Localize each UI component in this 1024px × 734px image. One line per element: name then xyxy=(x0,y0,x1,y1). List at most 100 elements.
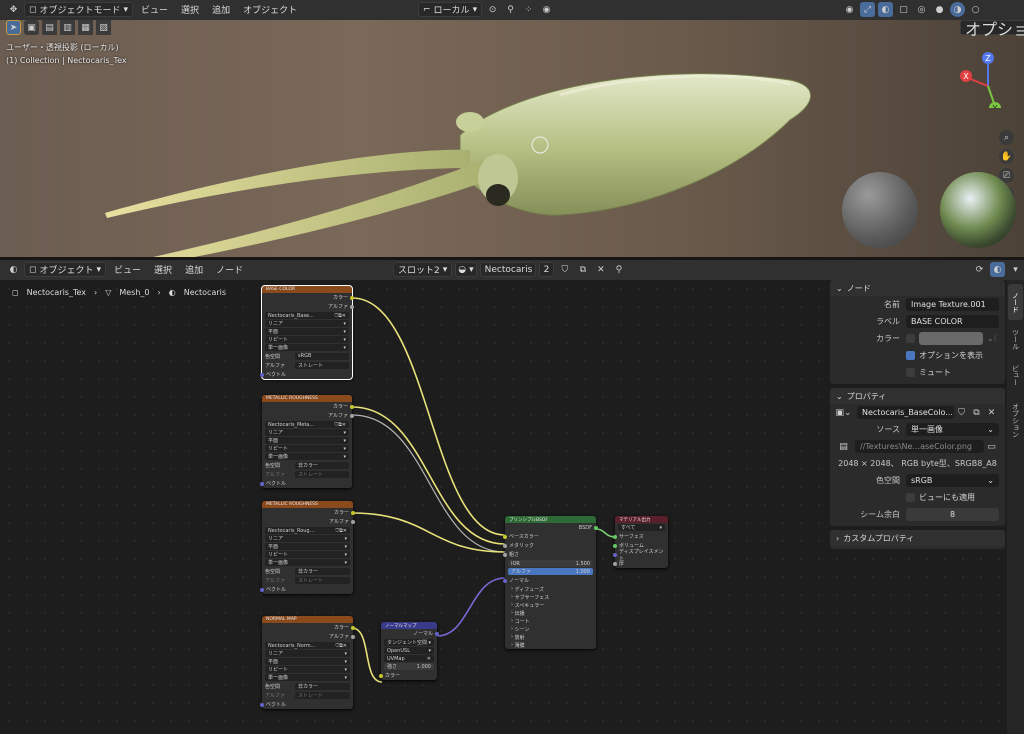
shading-solid-icon[interactable]: ● xyxy=(932,2,947,17)
gizmo-icon[interactable]: ⤢ xyxy=(860,2,875,17)
options-dropdown[interactable]: オプション ▾ xyxy=(960,20,1024,39)
properties-section-header[interactable]: ⌄ プロパティ xyxy=(830,388,1005,404)
node-header[interactable]: METALLIC ROUGHNESS xyxy=(262,395,352,402)
socket-out-alpha[interactable] xyxy=(350,304,354,309)
visibility-icon[interactable]: ◉ xyxy=(842,2,857,17)
image-texture-node-base-color[interactable]: BASE COLOR カラー アルファ Nectocaris_Base... ⛉⧉… xyxy=(260,285,354,380)
color-checkbox[interactable] xyxy=(906,334,915,343)
uv-map-field[interactable]: UVMap ✕ xyxy=(384,655,434,662)
duplicate-icon[interactable]: ⧉ xyxy=(969,405,984,420)
label-field[interactable]: BASE COLOR xyxy=(906,315,999,328)
node-menu-add[interactable]: 追加 xyxy=(180,263,208,276)
socket-in-displacement[interactable] xyxy=(613,552,617,557)
socket-in-volume[interactable] xyxy=(613,543,617,548)
menu-add[interactable]: 追加 xyxy=(207,3,235,16)
duplicate-icon[interactable]: ⧉ xyxy=(575,262,590,277)
select-box-icon[interactable]: ▣ xyxy=(24,20,39,35)
source-dropdown[interactable]: 単一画像 ▾ xyxy=(265,559,350,566)
socket-out-color[interactable] xyxy=(350,295,354,300)
snap-icon[interactable]: ⚲ xyxy=(503,2,518,17)
select-mode-3-icon[interactable]: ▥ xyxy=(60,20,75,35)
menu-select[interactable]: 選択 xyxy=(176,3,204,16)
snap-node-icon[interactable]: ⟳ xyxy=(972,262,987,277)
socket-out-color[interactable] xyxy=(350,404,354,409)
extension-dropdown[interactable]: リピート ▾ xyxy=(265,551,350,558)
node-menu-node[interactable]: ノード xyxy=(211,263,248,276)
node-section-header[interactable]: ⌄ ノード xyxy=(830,280,1005,296)
source-dropdown[interactable]: 単一画像 ▾ xyxy=(265,674,350,681)
select-mode-4-icon[interactable]: ▦ xyxy=(78,20,93,35)
view-as-render-checkbox[interactable] xyxy=(906,493,915,502)
interpolation-dropdown[interactable]: リニア ▾ xyxy=(265,429,349,436)
transform-orientation-dropdown[interactable]: ⌐ ローカル ▾ xyxy=(418,2,483,17)
slot-dropdown[interactable]: スロット2 ▾ xyxy=(393,262,453,277)
principled-bsdf-node[interactable]: プリンシプルBSDF BSDF ベースカラー メタリック 粗さ IOR 1.500… xyxy=(503,516,598,649)
node-menu-view[interactable]: ビュー xyxy=(109,263,146,276)
node-header[interactable]: METALLIC ROUGHNESS xyxy=(262,501,353,508)
panel-diffuse[interactable]: › ディフューズ xyxy=(505,585,596,593)
target-dropdown[interactable]: すべて ▾ xyxy=(618,524,665,531)
socket-in-roughness[interactable] xyxy=(503,552,507,557)
socket-in-vector[interactable] xyxy=(260,587,264,592)
pin-icon[interactable]: ⚲ xyxy=(611,262,626,277)
show-options-checkbox[interactable] xyxy=(906,351,915,360)
space-dropdown[interactable]: タンジェント空間 ▾ xyxy=(384,639,434,646)
xray-icon[interactable]: ▢ xyxy=(896,2,911,17)
projection-dropdown[interactable]: 平面 ▾ xyxy=(265,437,349,444)
socket-in-metallic[interactable] xyxy=(503,543,507,548)
color-swatch[interactable] xyxy=(919,332,983,345)
projection-dropdown[interactable]: 平面 ▾ xyxy=(265,658,350,665)
image-field[interactable]: Nectocaris_Meta... ⛉⧉✕ xyxy=(265,421,349,428)
custom-properties-header[interactable]: › カスタムプロパティ xyxy=(830,530,1005,546)
filepath-field[interactable]: //Textures\Ne...aseColor.png xyxy=(855,440,984,453)
editor-type-icon[interactable]: ✥ xyxy=(6,2,21,17)
zoom-icon[interactable]: ⌕ xyxy=(999,130,1014,145)
node-overlay-icon[interactable]: ◐ xyxy=(990,262,1005,277)
tab-tool[interactable]: ツール xyxy=(1008,324,1023,354)
normal-map-node[interactable]: ノーマルマップ ノーマル タンジェント空間 ▾ OpenUSL ▾ UVMap ✕ 強… xyxy=(379,622,439,680)
tab-node[interactable]: ノード xyxy=(1008,284,1023,320)
socket-in-color[interactable] xyxy=(379,673,383,678)
socket-in-surface[interactable] xyxy=(613,534,617,539)
pivot-icon[interactable]: ⊙ xyxy=(485,2,500,17)
proportional-edit-icon[interactable]: ◉ xyxy=(539,2,554,17)
socket-in-vector[interactable] xyxy=(260,702,264,707)
socket-in-thickness[interactable] xyxy=(613,561,617,566)
panel-emission[interactable]: › 放射 xyxy=(505,633,596,641)
node-header[interactable]: ノーマルマップ xyxy=(381,622,437,629)
shading-material-icon[interactable]: ◑ xyxy=(950,2,965,17)
image-texture-node-normal[interactable]: NORMAL MAP カラー アルファ Nectocaris_Norm... ⛉⧉… xyxy=(260,616,355,709)
material-name-field[interactable]: Nectocaris xyxy=(479,262,536,277)
material-output-node[interactable]: マテリアル出力 すべて ▾ サーフェス ボリューム ディスプレイスメント 厚 xyxy=(613,516,668,568)
image-name-field[interactable]: Nectocaris_BaseColo... xyxy=(857,406,954,419)
fake-user-shield-icon[interactable]: ⛉ xyxy=(954,405,969,420)
socket-out-bsdf[interactable] xyxy=(594,525,598,530)
strength-field[interactable]: 強さ 1.000 xyxy=(384,663,434,670)
grid-snap-icon[interactable]: ⁘ xyxy=(521,2,536,17)
node-editor-type-icon[interactable]: ◐ xyxy=(6,262,21,277)
socket-out-color[interactable] xyxy=(351,510,355,515)
image-texture-node-roughness[interactable]: METALLIC ROUGHNESS カラー アルファ Nectocaris_R… xyxy=(260,501,355,594)
color-preset-icon[interactable]: ⌄⁝ xyxy=(987,334,996,343)
node-menu-select[interactable]: 選択 xyxy=(149,263,177,276)
material-users-count[interactable]: 2 xyxy=(538,262,555,277)
image-field[interactable]: Nectocaris_Base... ⛉⧉✕ xyxy=(265,312,349,319)
mode-dropdown[interactable]: ◻ オブジェクトモード ▾ xyxy=(24,2,134,17)
panel-coat[interactable]: › コート xyxy=(505,617,596,625)
node-mode-dropdown[interactable]: ◻ オブジェクト ▾ xyxy=(24,262,107,277)
image-field[interactable]: Nectocaris_Norm... ⛉⧉✕ xyxy=(265,642,350,649)
socket-out-alpha[interactable] xyxy=(351,634,355,639)
interpolation-dropdown[interactable]: リニア ▾ xyxy=(265,650,350,657)
socket-out-alpha[interactable] xyxy=(351,519,355,524)
socket-out-color[interactable] xyxy=(351,625,355,630)
interpolation-dropdown[interactable]: リニア ▾ xyxy=(265,535,350,542)
socket-in-normal[interactable] xyxy=(503,578,507,583)
3d-viewport[interactable]: ➤ ▣ ▤ ▥ ▦ ▧ ユーザー・透視投影 (ローカル) (1) Collect… xyxy=(0,20,1024,257)
navigation-gizmo[interactable]: Z X Y xyxy=(952,48,1012,108)
shading-render-icon[interactable]: ○ xyxy=(968,2,983,17)
ior-field[interactable]: IOR 1.500 xyxy=(508,560,593,567)
extension-dropdown[interactable]: リピート ▾ xyxy=(265,336,349,343)
unlink-x-icon[interactable]: ✕ xyxy=(593,262,608,277)
select-mode-5-icon[interactable]: ▧ xyxy=(96,20,111,35)
tab-options[interactable]: オプション xyxy=(1008,396,1023,444)
